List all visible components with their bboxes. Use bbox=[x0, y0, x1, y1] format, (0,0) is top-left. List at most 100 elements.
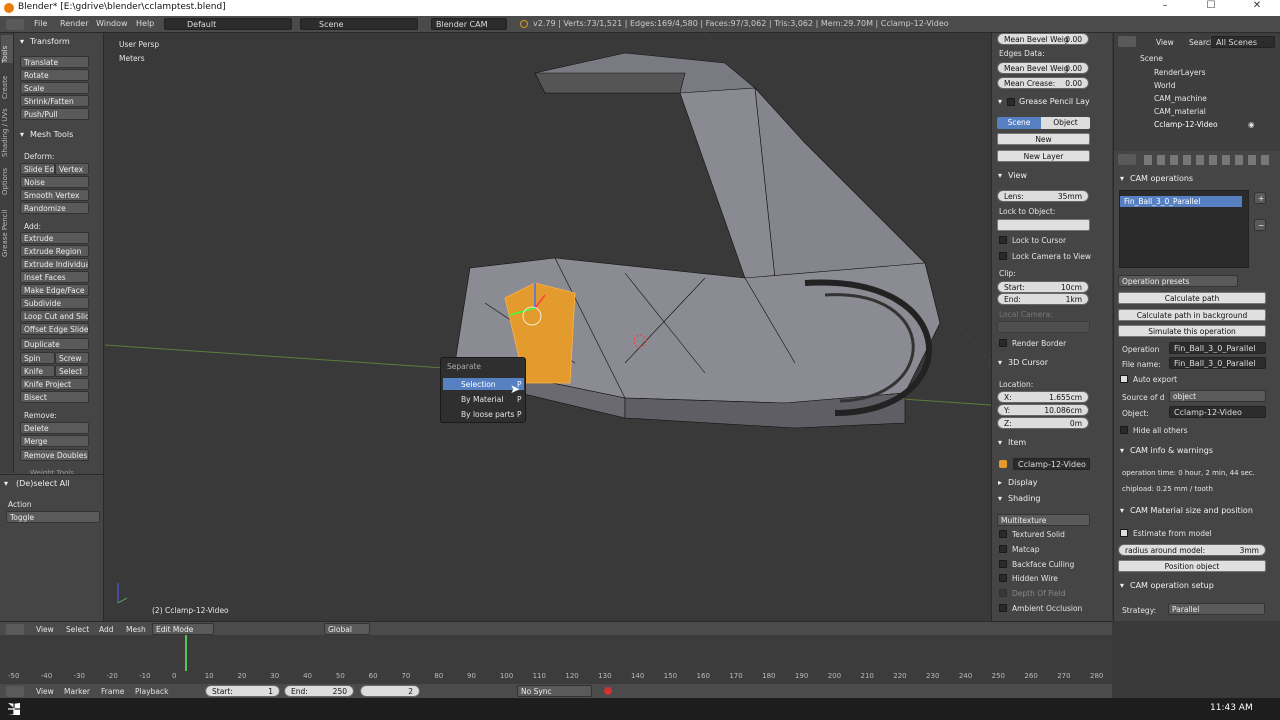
layout-selector[interactable]: Default bbox=[164, 18, 292, 30]
item-name-field[interactable]: Cclamp-12-Video bbox=[1013, 458, 1090, 470]
extrude-region-button[interactable]: Extrude Region bbox=[20, 245, 89, 257]
timeline-view-menu[interactable]: View bbox=[36, 687, 54, 696]
minimize-button[interactable]: – bbox=[1142, 0, 1188, 16]
chevron-down-icon[interactable]: ▾ bbox=[20, 130, 24, 139]
menu-render[interactable]: Render bbox=[60, 19, 88, 28]
backface-culling-checkbox[interactable] bbox=[999, 560, 1007, 568]
display-header[interactable]: Display bbox=[1008, 478, 1038, 487]
grease-pencil-checkbox[interactable] bbox=[1007, 98, 1015, 106]
lock-object-field[interactable] bbox=[997, 219, 1090, 231]
hidden-wire-checkbox[interactable] bbox=[999, 574, 1007, 582]
chevron-down-icon[interactable]: ▾ bbox=[4, 479, 8, 488]
chevron-down-icon[interactable]: ▾ bbox=[1120, 581, 1124, 590]
knife-project-button[interactable]: Knife Project bbox=[20, 378, 89, 390]
smooth-vertex-button[interactable]: Smooth Vertex bbox=[20, 189, 89, 201]
shrink-fatten-button[interactable]: Shrink/Fatten bbox=[20, 95, 89, 107]
outliner-item-renderlayers[interactable]: RenderLayers bbox=[1154, 68, 1206, 77]
clip-end-field[interactable]: End: 1km bbox=[997, 293, 1089, 305]
menu-item-by-material[interactable]: By Material bbox=[461, 395, 503, 404]
editor-type-icon[interactable] bbox=[6, 19, 24, 30]
tab-options[interactable]: Options bbox=[1, 159, 13, 195]
translate-button[interactable]: Translate bbox=[20, 56, 89, 68]
tab-grease-pencil[interactable]: Grease Pencil bbox=[1, 197, 13, 257]
estimate-checkbox[interactable] bbox=[1120, 529, 1128, 537]
scale-button[interactable]: Scale bbox=[20, 82, 89, 94]
chevron-down-icon[interactable]: ▾ bbox=[998, 171, 1002, 180]
chevron-down-icon[interactable]: ▾ bbox=[1120, 174, 1124, 183]
object-tab[interactable]: Object bbox=[1041, 117, 1090, 129]
simulate-button[interactable]: Simulate this operation bbox=[1118, 325, 1266, 337]
marker-menu[interactable]: Marker bbox=[64, 687, 90, 696]
matcap-checkbox[interactable] bbox=[999, 545, 1007, 553]
lens-field[interactable]: Lens: 35mm bbox=[997, 190, 1089, 202]
merge-button[interactable]: Merge bbox=[20, 435, 89, 447]
local-camera-field[interactable] bbox=[997, 321, 1090, 333]
end-frame-field[interactable]: End: 250 bbox=[284, 685, 354, 697]
cursor-x-field[interactable]: X: 1.655cm bbox=[997, 391, 1089, 403]
menu-item-by-loose-parts[interactable]: By loose parts bbox=[461, 410, 514, 419]
menu-window[interactable]: Window bbox=[96, 19, 128, 28]
chevron-down-icon[interactable]: ▾ bbox=[998, 97, 1002, 106]
randomize-button[interactable]: Randomize bbox=[20, 202, 89, 214]
filename-field[interactable]: Fin_Ball_3_0_Parallel bbox=[1169, 357, 1266, 369]
loop-cut-button[interactable]: Loop Cut and Slide bbox=[20, 310, 89, 322]
chevron-down-icon[interactable]: ▾ bbox=[1120, 506, 1124, 515]
extrude-button[interactable]: Extrude bbox=[20, 232, 89, 244]
cam-setup-header[interactable]: CAM operation setup bbox=[1130, 581, 1214, 590]
chevron-down-icon[interactable]: ▾ bbox=[20, 37, 24, 46]
editor-type-icon[interactable] bbox=[1118, 154, 1136, 165]
new-layer-button[interactable]: New Layer bbox=[997, 150, 1090, 162]
scene-tab[interactable]: Scene bbox=[997, 117, 1041, 129]
depth-of-field-checkbox[interactable] bbox=[999, 589, 1007, 597]
calculate-path-button[interactable]: Calculate path bbox=[1118, 292, 1266, 304]
bisect-button[interactable]: Bisect bbox=[20, 391, 89, 403]
tab-tools[interactable]: Tools bbox=[1, 35, 13, 63]
screw-button[interactable]: Screw bbox=[55, 352, 89, 364]
operation-name-field[interactable]: Fin_Ball_3_0_Parallel bbox=[1169, 342, 1266, 354]
duplicate-button[interactable]: Duplicate bbox=[20, 338, 89, 350]
slide-vertex-button[interactable]: Vertex bbox=[55, 163, 89, 175]
cursor-y-field[interactable]: Y: 10.086cm bbox=[997, 404, 1089, 416]
chevron-down-icon[interactable]: ▾ bbox=[998, 438, 1002, 447]
chevron-right-icon[interactable]: ▸ bbox=[998, 478, 1002, 487]
maximize-button[interactable]: ☐ bbox=[1188, 0, 1234, 16]
subdivide-button[interactable]: Subdivide bbox=[20, 297, 89, 309]
source-dropdown[interactable]: object bbox=[1169, 390, 1266, 402]
operation-list-item[interactable]: Fin_Ball_3_0_Parallel bbox=[1120, 196, 1242, 207]
calculate-background-button[interactable]: Calculate path in background bbox=[1118, 309, 1266, 321]
menu-help[interactable]: Help bbox=[136, 19, 154, 28]
object-field[interactable]: Cclamp-12-Video bbox=[1169, 406, 1266, 418]
record-icon[interactable] bbox=[604, 687, 612, 695]
extrude-individual-button[interactable]: Extrude Individual bbox=[20, 258, 89, 270]
tab-shading-uvs[interactable]: Shading / UVs bbox=[1, 101, 13, 157]
windows-start-icon[interactable] bbox=[8, 703, 20, 715]
delete-button[interactable]: Delete bbox=[20, 422, 89, 434]
playback-menu[interactable]: Playback bbox=[135, 687, 168, 696]
action-dropdown[interactable]: Toggle bbox=[6, 511, 100, 523]
strategy-dropdown[interactable]: Parallel bbox=[1168, 603, 1265, 615]
view-header[interactable]: View bbox=[1008, 171, 1027, 180]
add-operation-button[interactable]: + bbox=[1254, 192, 1266, 204]
scene-selector[interactable]: Scene bbox=[300, 18, 418, 30]
remove-operation-button[interactable]: − bbox=[1254, 219, 1266, 231]
ambient-occlusion-checkbox[interactable] bbox=[999, 604, 1007, 612]
add-menu[interactable]: Add bbox=[99, 625, 114, 634]
frame-menu[interactable]: Frame bbox=[101, 687, 124, 696]
chevron-down-icon[interactable]: ▾ bbox=[1120, 446, 1124, 455]
remove-doubles-button[interactable]: Remove Doubles bbox=[20, 449, 89, 461]
push-pull-button[interactable]: Push/Pull bbox=[20, 108, 89, 120]
tab-create[interactable]: Create bbox=[1, 65, 13, 99]
mean-bevel-weight-edge-field[interactable]: Mean Bevel Weig 0.00 bbox=[997, 62, 1089, 74]
textured-solid-checkbox[interactable] bbox=[999, 530, 1007, 538]
radius-field[interactable]: radius around model: 3mm bbox=[1118, 544, 1266, 556]
clip-start-field[interactable]: Start: 10cm bbox=[997, 281, 1089, 293]
spin-button[interactable]: Spin bbox=[20, 352, 55, 364]
chevron-down-icon[interactable]: ▾ bbox=[998, 494, 1002, 503]
rotate-button[interactable]: Rotate bbox=[20, 69, 89, 81]
render-engine-dropdown[interactable]: Blender CAM bbox=[431, 18, 507, 30]
display-mode-dropdown[interactable]: All Scenes bbox=[1211, 36, 1275, 48]
start-frame-field[interactable]: Start: 1 bbox=[205, 685, 280, 697]
knife-select-button[interactable]: Select bbox=[55, 365, 89, 377]
mean-crease-field[interactable]: Mean Crease: 0.00 bbox=[997, 77, 1089, 89]
item-header[interactable]: Item bbox=[1008, 438, 1026, 447]
